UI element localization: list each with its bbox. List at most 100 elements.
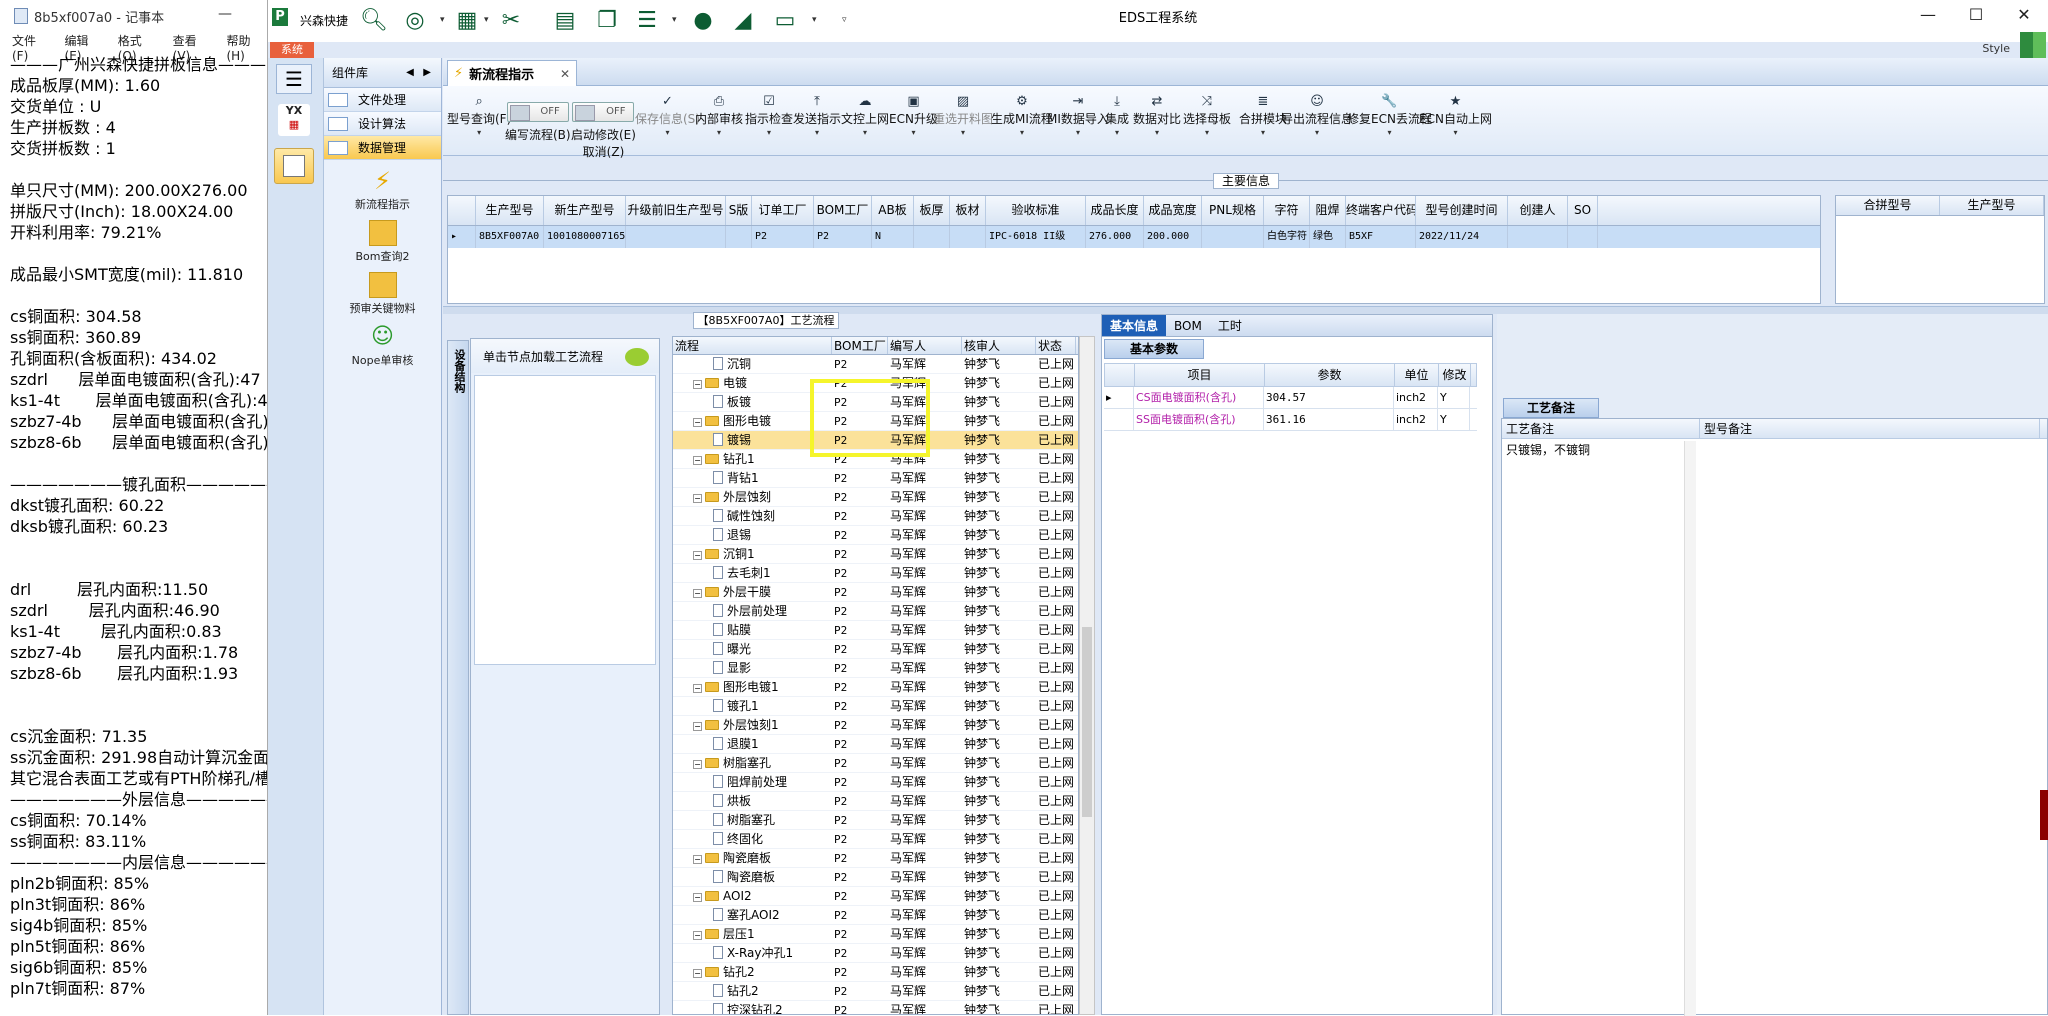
tree-row[interactable]: 曝光 P2 马军辉 钟梦飞 已上网 (673, 640, 1078, 659)
collapse-icon[interactable]: − (693, 969, 702, 978)
dropdown-arrow-icon[interactable]: ▾ (1105, 127, 1129, 139)
tree-row[interactable]: − 外层蚀刻1 P2 马军辉 钟梦飞 已上网 (673, 716, 1078, 735)
toolbar-button[interactable]: ⤨ 选择母板 ▾ (1183, 94, 1231, 139)
table-cell[interactable]: 276.000 (1086, 226, 1144, 248)
tree-row[interactable]: 终固化 P2 马军辉 钟梦飞 已上网 (673, 830, 1078, 849)
tree-node[interactable]: 贴膜 (673, 621, 832, 639)
column-header[interactable]: 阻焊 (1310, 196, 1346, 225)
dropdown-arrow-icon[interactable]: ▾ (635, 127, 700, 139)
tree-row[interactable]: 塞孔AOI2 P2 马军辉 钟梦飞 已上网 (673, 906, 1078, 925)
column-header[interactable]: 单位 (1395, 364, 1439, 386)
tree-row[interactable]: 树脂塞孔 P2 马军辉 钟梦飞 已上网 (673, 811, 1078, 830)
tree-node[interactable]: 退膜1 (673, 735, 832, 753)
column-header[interactable]: 流程 (673, 337, 832, 354)
tree-row[interactable]: − 外层蚀刻 P2 马军辉 钟梦飞 已上网 (673, 488, 1078, 507)
toolbar-button[interactable]: OFF 编写流程(B) (505, 102, 571, 143)
tab-hours[interactable]: 工时 (1210, 315, 1250, 336)
tree-row[interactable]: 退膜1 P2 马军辉 钟梦飞 已上网 (673, 735, 1078, 754)
collapse-icon[interactable]: − (693, 893, 702, 902)
dropdown-arrow-icon[interactable]: ▾ (889, 127, 938, 139)
tree-node[interactable]: 沉铜 (673, 355, 832, 373)
tree-row[interactable]: 镀锡 P2 马军辉 钟梦飞 已上网 (673, 431, 1078, 450)
dropdown-arrow-icon[interactable]: ▾ (1281, 127, 1353, 139)
style-label[interactable]: Style (1982, 42, 2010, 55)
dropdown-arrow-icon[interactable]: ▾ (745, 127, 793, 139)
merge-grid[interactable]: 合拼型号 生产型号 (1835, 195, 2045, 304)
tree-node[interactable]: 退锡 (673, 526, 832, 544)
param-row[interactable]: SS面电镀面积(含孔) 361.16 inch2 Y (1104, 409, 1477, 431)
subtab-basic-params[interactable]: 基本参数 (1104, 339, 1204, 359)
collapse-icon[interactable]: − (693, 760, 702, 769)
tool-new-flow[interactable]: ⚡ 新流程指示 (324, 168, 441, 212)
toolbar-button[interactable]: ☁ 文控上网 ▾ (841, 94, 889, 139)
param-grid[interactable]: 项目 参数 单位 修改 ▸ CS面电镀面积(含孔) 304.57 inch2 Y SS面电镀面积… (1104, 363, 1477, 443)
dropdown-arrow-icon[interactable]: ▾ (1419, 127, 1492, 139)
collapse-icon[interactable]: − (693, 380, 702, 389)
notepad-menu-item[interactable]: 文件(F) (12, 32, 51, 63)
param-row[interactable]: ▸ CS面电镀面积(含孔) 304.57 inch2 Y (1104, 387, 1477, 409)
dropdown-arrow-icon[interactable]: ▾ (991, 127, 1053, 139)
column-header[interactable]: 订单工厂 (752, 196, 814, 225)
column-header[interactable]: 合拼型号 (1836, 196, 1940, 215)
tree-row[interactable]: 钻孔2 P2 马军辉 钟梦飞 已上网 (673, 982, 1078, 1001)
tree-node[interactable]: 显影 (673, 659, 832, 677)
scrollbar-thumb[interactable] (1082, 627, 1092, 817)
tree-node[interactable]: 钻孔2 (673, 982, 832, 1000)
tree-row[interactable]: 沉铜 P2 马军辉 钟梦飞 已上网 (673, 355, 1078, 374)
table-cell[interactable] (726, 226, 752, 248)
notepad-menu-item[interactable]: 编辑(E) (65, 32, 104, 63)
column-header[interactable]: 生产型号 (1940, 196, 2044, 215)
tree-row[interactable]: − 钻孔1 P2 马军辉 钟梦飞 已上网 (673, 450, 1078, 469)
dropdown-arrow-icon[interactable]: ▾ (1239, 127, 1287, 139)
tree-node[interactable]: 烘板 (673, 792, 832, 810)
tree-node[interactable]: 背钻1 (673, 469, 832, 487)
tool-material-review[interactable]: 预审关键物料 (324, 272, 441, 316)
collapse-icon[interactable]: − (693, 855, 702, 864)
collapse-icon[interactable]: − (693, 551, 702, 560)
collapse-icon[interactable]: − (693, 494, 702, 503)
notepad-menu-item[interactable]: 帮助(H) (226, 32, 267, 63)
node-list[interactable] (474, 375, 656, 665)
table-cell[interactable]: 2022/11/24 (1416, 226, 1508, 248)
toolbar-button[interactable]: ★ ECN自动上网 ▾ (1419, 94, 1492, 139)
toolbar-button[interactable]: ⤒ 发送指示 ▾ (793, 94, 841, 139)
column-header[interactable]: BOM工厂 (832, 337, 888, 354)
param-body[interactable]: ▸ CS面电镀面积(含孔) 304.57 inch2 Y SS面电镀面积(含孔) 361.1… (1104, 387, 1477, 431)
system-tab[interactable]: 系统 (270, 42, 314, 58)
column-header[interactable]: 验收标准 (986, 196, 1086, 225)
tree-node[interactable]: 外层前处理 (673, 602, 832, 620)
table-cell[interactable]: IPC-6018 II级 (986, 226, 1086, 248)
table-cell[interactable] (950, 226, 986, 248)
column-header[interactable]: 板厚 (914, 196, 950, 225)
column-header[interactable]: 工艺备注 (1502, 419, 1700, 438)
dropdown-arrow-icon[interactable]: ▾ (1133, 127, 1181, 139)
toolbar-button[interactable]: ⌕ 型号查询(F) ▾ (447, 94, 511, 139)
column-header[interactable]: 参数 (1265, 364, 1395, 386)
toolbar-button[interactable]: ✓ 保存信息(S) ▾ (635, 94, 700, 139)
tree-node[interactable]: − 沉铜1 (673, 545, 832, 563)
param-value[interactable]: 361.16 (1264, 409, 1394, 430)
tree-node[interactable]: 曝光 (673, 640, 832, 658)
tree-row[interactable]: − AOI2 P2 马军辉 钟梦飞 已上网 (673, 887, 1078, 906)
tab-remarks[interactable]: 工艺备注 (1503, 398, 1599, 418)
tree-node[interactable]: − 树脂塞孔 (673, 754, 832, 772)
toolbar-button[interactable]: ☺ 导出流程信息 ▾ (1281, 94, 1353, 139)
notepad-menu-item[interactable]: 格式(O) (118, 32, 159, 63)
toggle-switch[interactable]: OFF (572, 102, 635, 122)
param-modify[interactable]: Y (1438, 409, 1470, 430)
tree-node[interactable]: − 层压1 (673, 925, 832, 943)
tree-scrollbar[interactable] (1079, 336, 1095, 1015)
collapse-icon[interactable]: − (693, 456, 702, 465)
tree-row[interactable]: 控深钻孔2 P2 马军辉 钟梦飞 已上网 (673, 1001, 1078, 1014)
column-header[interactable]: 型号创建时间 (1416, 196, 1508, 225)
tree-row[interactable]: 镀孔1 P2 马军辉 钟梦飞 已上网 (673, 697, 1078, 716)
tree-row[interactable]: 板镀 P2 马军辉 钟梦飞 已上网 (673, 393, 1078, 412)
tab-new-flow[interactable]: ⚡ 新流程指示 ✕ (447, 60, 577, 86)
param-modify[interactable]: Y (1438, 387, 1470, 408)
remarks-grid[interactable]: 工艺备注 型号备注 只镀锡，不镀铜 (1501, 418, 2048, 1016)
column-header[interactable]: 状态 (1036, 337, 1076, 354)
tab-bom[interactable]: BOM (1166, 315, 1210, 336)
column-header[interactable]: 终端客户代码 (1346, 196, 1416, 225)
style-icon[interactable] (2020, 32, 2046, 58)
tree-node[interactable]: 树脂塞孔 (673, 811, 832, 829)
